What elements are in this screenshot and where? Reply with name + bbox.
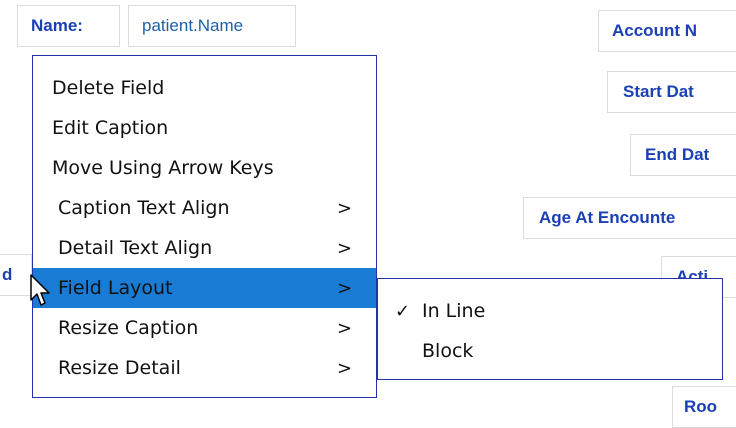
arrow-cursor-icon [30, 274, 52, 312]
menu-item-edit-caption[interactable]: Edit Caption [33, 108, 376, 148]
account-number-caption[interactable]: Account N [598, 10, 736, 52]
submenu-arrow-icon: > [337, 317, 353, 339]
menu-item-detail-text-align[interactable]: Detail Text Align > [33, 228, 376, 268]
context-menu: Delete Field Edit Caption Move Using Arr… [32, 55, 377, 398]
name-caption[interactable]: Name: [17, 5, 120, 47]
menu-item-move-arrow-keys[interactable]: Move Using Arrow Keys [33, 148, 376, 188]
submenu-arrow-icon: > [337, 277, 353, 299]
partial-left-caption[interactable]: d [0, 254, 32, 296]
end-date-caption[interactable]: End Dat [630, 134, 736, 176]
submenu-arrow-icon: > [337, 357, 353, 379]
room-caption[interactable]: Roo [672, 386, 736, 428]
menu-item-resize-detail[interactable]: Resize Detail > [33, 348, 376, 388]
submenu-item-in-line[interactable]: ✓ In Line [378, 291, 722, 331]
submenu-item-block[interactable]: Block [378, 331, 722, 371]
menu-item-delete-field[interactable]: Delete Field [33, 68, 376, 108]
name-value-field[interactable]: patient.Name [128, 5, 296, 47]
submenu-arrow-icon: > [337, 197, 353, 219]
menu-item-resize-caption[interactable]: Resize Caption > [33, 308, 376, 348]
submenu-arrow-icon: > [337, 237, 353, 259]
start-date-caption[interactable]: Start Dat [607, 71, 736, 113]
field-layout-submenu: ✓ In Line Block [377, 278, 723, 380]
checkmark-icon: ✓ [395, 300, 411, 322]
menu-item-caption-text-align[interactable]: Caption Text Align > [33, 188, 376, 228]
age-at-encounter-caption[interactable]: Age At Encounte [523, 197, 736, 239]
menu-item-field-layout[interactable]: Field Layout > [33, 268, 376, 308]
